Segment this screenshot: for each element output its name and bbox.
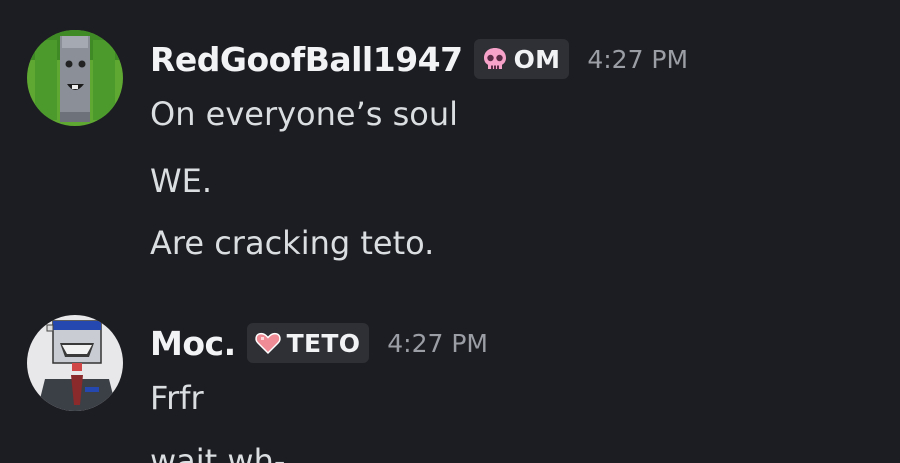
message-text: WE. [150, 162, 213, 200]
username[interactable]: Moc. [150, 324, 236, 363]
message-text: On everyone’s soul [150, 95, 459, 133]
message-text: Frfr [150, 379, 204, 417]
message-header: RedGoofBall1947 OM 4:27 PM [150, 38, 688, 80]
timestamp[interactable]: 4:27 PM [587, 45, 688, 74]
server-tag[interactable]: TETO [246, 323, 370, 363]
message-group-redgoofball: RedGoofBall1947 OM 4:27 PM On everyone’s… [0, 0, 900, 290]
server-tag[interactable]: OM [473, 39, 570, 79]
message-text: wait wh- [150, 442, 286, 463]
heart-icon [254, 329, 282, 357]
message-group-moc: Moc. TETO 4:27 PM Frfr wait wh- [0, 290, 900, 463]
tag-label: OM [513, 44, 561, 74]
avatar-image [27, 30, 123, 126]
user-avatar[interactable] [27, 315, 123, 411]
tag-label: TETO [286, 328, 361, 358]
avatar-image [27, 315, 123, 411]
message-header: Moc. TETO 4:27 PM [150, 322, 488, 364]
username[interactable]: RedGoofBall1947 [150, 40, 463, 79]
skull-icon [481, 45, 509, 73]
timestamp[interactable]: 4:27 PM [387, 329, 488, 358]
message-text: Are cracking teto. [150, 224, 435, 262]
user-avatar[interactable] [27, 30, 123, 126]
